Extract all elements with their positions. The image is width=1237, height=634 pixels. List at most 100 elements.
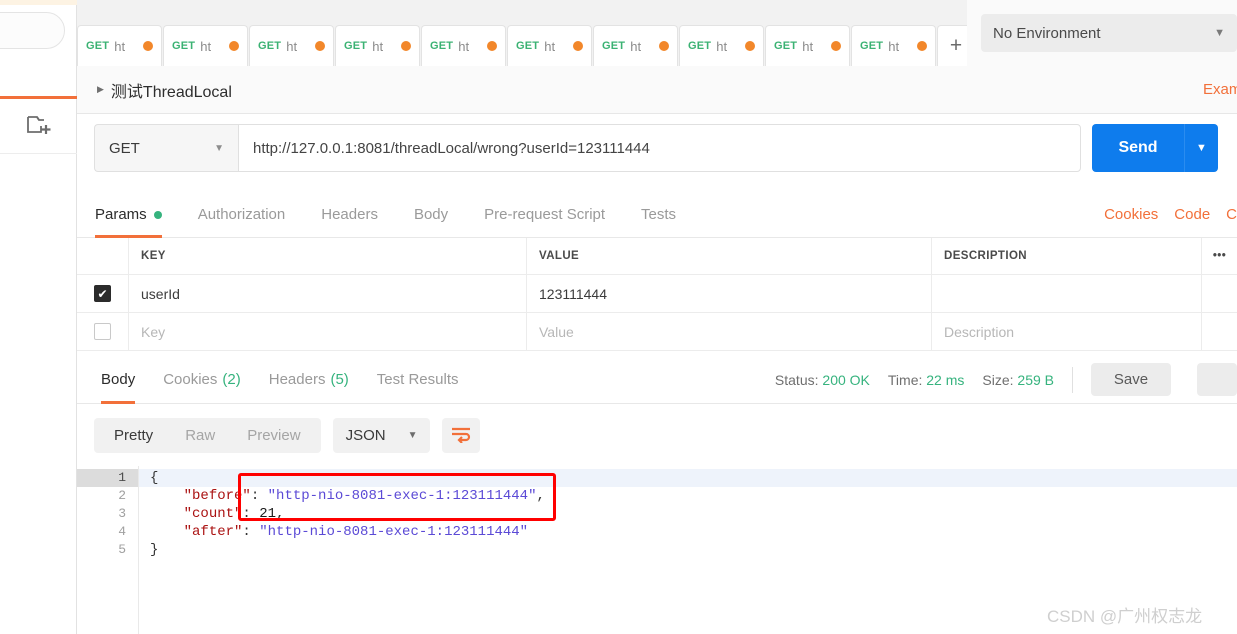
json-separator: : xyxy=(250,488,268,504)
response-options-button[interactable] xyxy=(1197,363,1237,396)
send-button-group: Send ▼ xyxy=(1092,124,1218,172)
request-tab[interactable]: GET ht xyxy=(249,25,334,66)
unsaved-indicator-icon xyxy=(831,41,841,51)
body-view-pretty[interactable]: Pretty xyxy=(98,418,169,453)
tab-label: Body xyxy=(413,206,449,223)
unsaved-indicator-icon xyxy=(745,41,755,51)
body-view-raw[interactable]: Raw xyxy=(169,418,231,453)
tab-label: Authorization xyxy=(197,206,286,223)
param-enable-cell: ✔ xyxy=(77,275,129,312)
params-table-empty-row: ✔ KeyValueDescription xyxy=(77,313,1237,351)
tab-body[interactable]: Body xyxy=(414,192,448,238)
response-tab-cookies[interactable]: Cookies (2) xyxy=(163,356,241,404)
param-row-actions[interactable] xyxy=(1202,275,1237,312)
param-description-input[interactable] xyxy=(932,275,1202,312)
param-value-input[interactable]: Value xyxy=(527,313,932,350)
new-collection-button[interactable] xyxy=(0,99,77,154)
code-line: { xyxy=(139,469,1237,487)
json-separator: : xyxy=(242,524,260,540)
request-tab-title: ht xyxy=(544,38,556,54)
param-value-input[interactable]: 123111444 xyxy=(527,275,932,312)
link-c[interactable]: C xyxy=(1226,206,1237,223)
request-tab-title: ht xyxy=(802,38,814,54)
request-tab[interactable]: GET ht xyxy=(679,25,764,66)
response-tab-headers[interactable]: Headers (5) xyxy=(269,356,349,404)
response-tab-label: Body xyxy=(101,371,136,388)
request-tab-title: ht xyxy=(114,38,126,54)
param-row-actions[interactable] xyxy=(1202,313,1237,350)
send-button[interactable]: Send xyxy=(1092,124,1184,172)
request-tab-strip: GET ht GET ht GET ht GET ht GET ht GET ht GET ht GET ht… xyxy=(77,0,1014,66)
sidebar-top-strip xyxy=(0,0,77,5)
save-response-button[interactable]: Save xyxy=(1091,363,1171,396)
chevron-down-icon: ▼ xyxy=(1214,27,1225,39)
param-key-input[interactable]: Key xyxy=(129,313,527,350)
code-line: "count": 21, xyxy=(139,505,1237,523)
url-bar: GET ▼ http://127.0.0.1:8081/threadLocal/… xyxy=(77,114,1237,192)
json-separator: : xyxy=(242,506,260,522)
response-body-toolbar: Pretty Raw Preview JSON ▼ xyxy=(77,404,1237,466)
environment-selected-label: No Environment xyxy=(993,24,1101,42)
examples-link[interactable]: Exam xyxy=(1203,81,1237,98)
request-tab-title: ht xyxy=(888,38,900,54)
request-tab-method: GET xyxy=(344,40,368,52)
chevron-right-icon[interactable]: ▶ xyxy=(97,84,104,95)
line-number: 3 xyxy=(118,506,126,521)
environment-selector[interactable]: No Environment ▼ xyxy=(981,14,1237,52)
body-view-preview[interactable]: Preview xyxy=(231,418,316,453)
body-format-selector[interactable]: JSON ▼ xyxy=(332,417,431,453)
http-method-selector[interactable]: GET ▼ xyxy=(94,124,238,172)
tab-params[interactable]: Params xyxy=(95,192,162,238)
sidebar-search-box[interactable] xyxy=(0,12,65,49)
request-tab[interactable]: GET ht xyxy=(593,25,678,66)
request-tab[interactable]: GET ht xyxy=(851,25,936,66)
tab-label: Params xyxy=(95,206,147,223)
response-tab-test-results[interactable]: Test Results xyxy=(377,356,459,404)
tab-authorization[interactable]: Authorization xyxy=(198,192,286,238)
json-key: "count" xyxy=(183,506,243,522)
request-tab[interactable]: GET ht xyxy=(77,25,162,66)
word-wrap-button[interactable] xyxy=(442,417,481,453)
tab-label: Pre-request Script xyxy=(484,206,606,223)
request-tab[interactable]: GET ht xyxy=(765,25,850,66)
request-tab[interactable]: GET ht xyxy=(163,25,248,66)
time-value: 22 ms xyxy=(926,371,965,388)
request-tab-method: GET xyxy=(774,40,798,52)
link-cookies[interactable]: Cookies xyxy=(1104,206,1158,223)
code-token: } xyxy=(150,542,159,558)
line-number-gutter: 12 3 4 5 xyxy=(77,466,139,634)
request-title: 测试ThreadLocal xyxy=(110,83,232,101)
watermark: CSDN @广州权志龙 xyxy=(1047,607,1203,626)
response-tab-count: (2) xyxy=(222,371,241,388)
size-label: Size: 259 B xyxy=(982,371,1054,388)
request-tab[interactable]: GET ht xyxy=(507,25,592,66)
line-number: 4 xyxy=(118,524,126,539)
request-tab-title: ht xyxy=(200,38,212,54)
response-tab-count: (5) xyxy=(330,371,349,388)
request-tab[interactable]: GET ht xyxy=(421,25,506,66)
chevron-down-icon: ▼ xyxy=(214,142,224,154)
param-enabled-checkbox[interactable]: ✔ xyxy=(94,285,111,302)
unsaved-indicator-icon xyxy=(229,41,239,51)
json-key: "after" xyxy=(183,524,243,540)
chevron-down-icon: ▼ xyxy=(407,429,418,441)
param-key-input[interactable]: userId xyxy=(129,275,527,312)
environment-bar: No Environment ▼ xyxy=(967,0,1237,66)
tab-tests[interactable]: Tests xyxy=(641,192,676,238)
params-header-description: DESCRIPTION xyxy=(932,238,1202,274)
body-format-label: JSON xyxy=(345,426,386,444)
word-wrap-icon xyxy=(452,427,471,443)
request-tab-method: GET xyxy=(602,40,626,52)
link-code[interactable]: Code xyxy=(1174,206,1210,223)
request-tab-title: ht xyxy=(458,38,470,54)
param-enabled-checkbox[interactable]: ✔ xyxy=(94,323,111,340)
body-view-switcher: Pretty Raw Preview xyxy=(94,417,321,453)
params-bulk-edit-button[interactable]: ••• xyxy=(1202,238,1237,274)
response-tab-body[interactable]: Body xyxy=(101,356,136,404)
url-input[interactable]: http://127.0.0.1:8081/threadLocal/wrong?… xyxy=(238,124,1081,172)
param-description-input[interactable]: Description xyxy=(932,313,1202,350)
tab-pre-request-script[interactable]: Pre-request Script xyxy=(484,192,605,238)
send-options-button[interactable]: ▼ xyxy=(1184,124,1218,172)
tab-headers[interactable]: Headers xyxy=(321,192,378,238)
request-tab[interactable]: GET ht xyxy=(335,25,420,66)
